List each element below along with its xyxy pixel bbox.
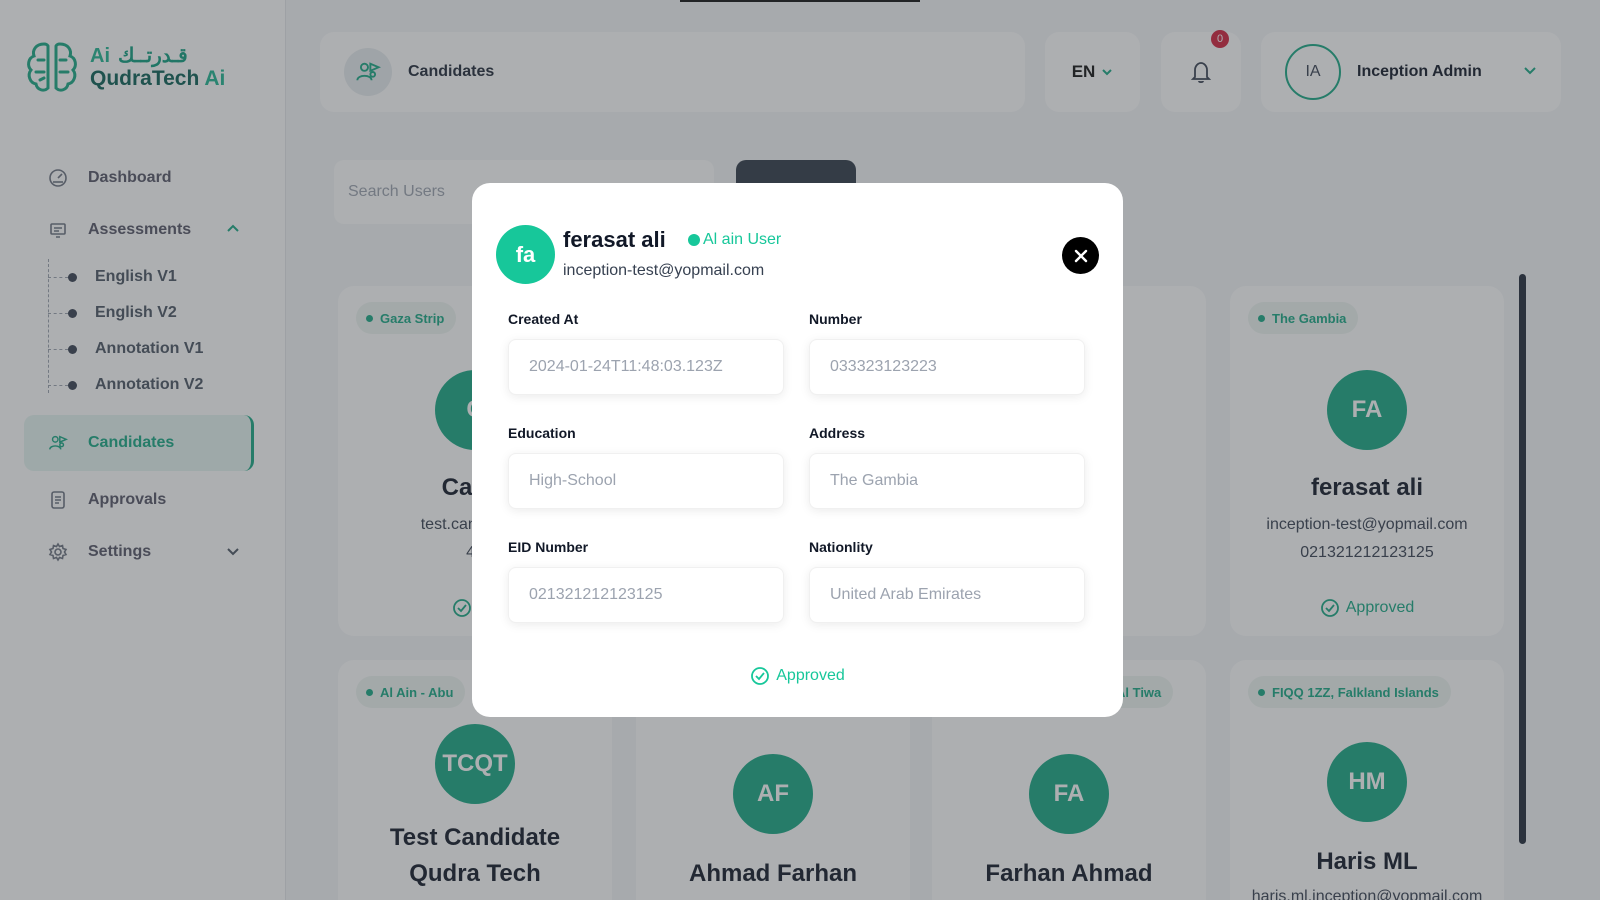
close-icon [1074, 249, 1087, 262]
field-label: EID Number [508, 539, 589, 555]
eid-number-field[interactable]: 021321212123125 [508, 567, 784, 623]
check-circle-icon [751, 667, 770, 685]
created-at-field[interactable]: 2024-01-24T11:48:03.123Z [508, 339, 784, 395]
modal-candidate-email: inception-test@yopmail.com [563, 262, 765, 279]
field-created-at: Created At 2024-01-24T11:48:03.123Z [508, 311, 784, 395]
number-field[interactable]: 033323123223 [809, 339, 1085, 395]
field-address: Address The Gambia [809, 425, 1085, 509]
field-nationality: Nationlity United Arab Emirates [809, 539, 1085, 623]
status-label: Approved [776, 667, 845, 684]
role-badge: Al ain User [688, 231, 781, 249]
candidate-detail-modal: fa ferasat ali Al ain User inception-tes… [472, 183, 1123, 717]
close-button[interactable] [1062, 237, 1099, 274]
modal-candidate-name: ferasat ali [563, 227, 666, 252]
address-field[interactable]: The Gambia [809, 453, 1085, 509]
field-number: Number 033323123223 [809, 311, 1085, 395]
field-label: Created At [508, 311, 579, 327]
status-badge: Approved [472, 666, 1123, 686]
nationality-field[interactable]: United Arab Emirates [809, 567, 1085, 623]
status-dot-icon [688, 234, 700, 246]
field-education: Education High-School [508, 425, 784, 509]
field-label: Education [508, 425, 576, 441]
field-label: Number [809, 311, 862, 327]
field-label: Nationlity [809, 539, 873, 555]
field-eid-number: EID Number 021321212123125 [508, 539, 784, 623]
avatar: fa [496, 225, 555, 284]
education-field[interactable]: High-School [508, 453, 784, 509]
field-label: Address [809, 425, 866, 441]
role-label: Al ain User [703, 231, 782, 248]
